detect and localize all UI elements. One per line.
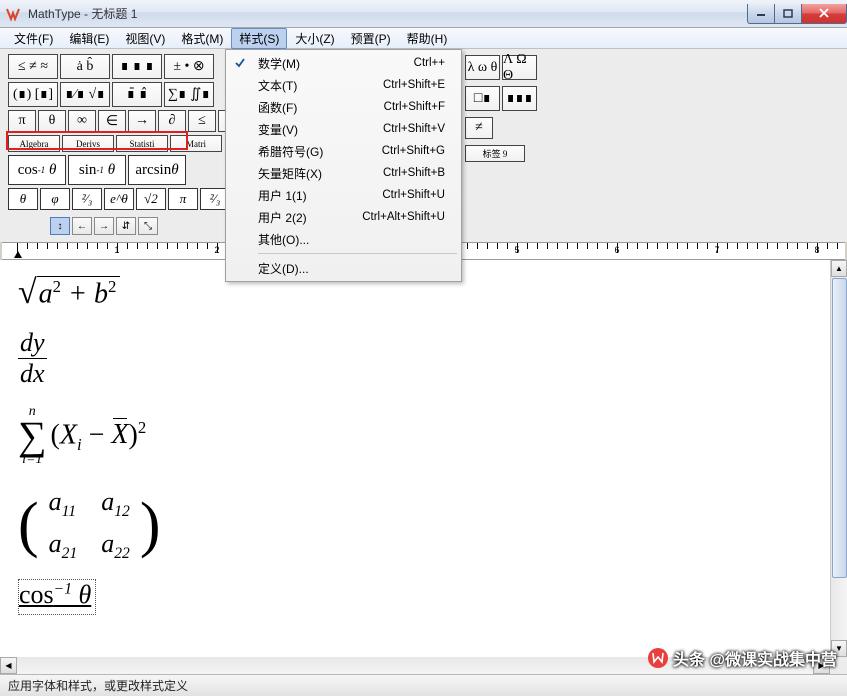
eq-sum: n ∑ i=1 (Xi − X)2 xyxy=(18,405,812,467)
palette-relations[interactable]: ≤ ≠ ≈ xyxy=(8,54,58,79)
palette-fences[interactable]: (∎) [∎] xyxy=(8,82,58,107)
dropdown-item-user1[interactable]: 用户 1(1) Ctrl+Shift+U xyxy=(228,184,459,206)
palette-spaces[interactable]: ∎ ∎ ∎ xyxy=(112,54,162,79)
sym-leq[interactable]: ≤ xyxy=(188,110,216,132)
sym-r-neq[interactable]: ≠ xyxy=(465,117,493,139)
check-icon xyxy=(228,52,252,74)
sym-arrow[interactable]: → xyxy=(128,110,156,132)
dropdown-separator xyxy=(258,253,457,254)
palette-embellish[interactable]: ȧ b̂ xyxy=(60,54,110,79)
palette-operators[interactable]: ± • ⊗ xyxy=(164,54,214,79)
dropdown-item-math[interactable]: 数学(M) Ctrl++ xyxy=(228,52,459,74)
scroll-left-icon[interactable]: ◀ xyxy=(0,657,17,674)
eq-cos-cursor: cos−1 θ xyxy=(18,579,812,615)
sym-in[interactable]: ∈ xyxy=(98,110,126,132)
menu-file[interactable]: 文件(F) xyxy=(6,28,61,49)
editor-pane: √a2 + b2 dy dx n ∑ i=1 (Xi − X)2 ( a11 a… xyxy=(0,260,847,657)
sym-pi[interactable]: π xyxy=(8,110,36,132)
dropdown-item-function[interactable]: 函数(F) Ctrl+Shift+F xyxy=(228,96,459,118)
tab-marker[interactable] xyxy=(14,251,22,258)
close-button[interactable] xyxy=(801,4,847,24)
tab-9[interactable]: 标签 9 xyxy=(465,145,525,162)
sm-pi[interactable]: π xyxy=(168,188,198,210)
sym-infty[interactable]: ∞ xyxy=(68,110,96,132)
menubar: 文件(F) 编辑(E) 视图(V) 格式(M) 样式(S) 大小(Z) 预置(P… xyxy=(0,28,847,49)
zoom-btn-2[interactable]: ← xyxy=(72,217,92,235)
eq-matrix: ( a11 a12 a21 a22 ) xyxy=(18,483,812,567)
dropdown-item-greek[interactable]: 希腊符号(G) Ctrl+Shift+G xyxy=(228,140,459,162)
pal-r1b[interactable]: Λ Ω Θ xyxy=(502,55,537,80)
window-title: MathType - 无标题 1 xyxy=(28,5,137,22)
sm-theta[interactable]: θ xyxy=(8,188,38,210)
func-acos[interactable]: cos-1 θ xyxy=(8,155,66,185)
dropdown-item-other[interactable]: 其他(O)... xyxy=(228,228,459,250)
dropdown-item-define[interactable]: 定义(D)... xyxy=(228,257,459,279)
sm-frac[interactable]: ²⁄₃ xyxy=(72,188,102,210)
style-dropdown: 数学(M) Ctrl++ 文本(T) Ctrl+Shift+E 函数(F) Ct… xyxy=(225,49,462,282)
sm-phi[interactable]: φ xyxy=(40,188,70,210)
sm-sqrt2[interactable]: √2 xyxy=(136,188,166,210)
right-palette: λ ω θ Λ Ω Θ □∎ ∎∎∎ ≠ Geometry 标签 8 标签 9 xyxy=(465,55,539,162)
sm-etheta[interactable]: e^θ xyxy=(104,188,134,210)
palette-sums[interactable]: ∑∎ ∬∎ xyxy=(164,82,214,107)
sym-partial[interactable]: ∂ xyxy=(158,110,186,132)
watermark-icon xyxy=(647,647,669,669)
maximize-button[interactable] xyxy=(774,4,802,24)
scroll-up-icon[interactable]: ▲ xyxy=(831,260,847,277)
menu-preferences[interactable]: 预置(P) xyxy=(343,28,399,49)
menu-help[interactable]: 帮助(H) xyxy=(399,28,456,49)
window-controls xyxy=(748,4,847,24)
pal-r2b[interactable]: ∎∎∎ xyxy=(502,86,537,111)
titlebar: MathType - 无标题 1 xyxy=(0,0,847,28)
eq-frac: dy dx xyxy=(18,328,812,389)
scroll-thumb[interactable] xyxy=(832,278,847,578)
equation-editor[interactable]: √a2 + b2 dy dx n ∑ i=1 (Xi − X)2 ( a11 a… xyxy=(0,260,830,657)
palette-underover[interactable]: ∎̄ ∎̂ xyxy=(112,82,162,107)
dropdown-item-text[interactable]: 文本(T) Ctrl+Shift+E xyxy=(228,74,459,96)
status-text: 应用字体和样式，或更改样式定义 xyxy=(8,677,188,694)
vertical-scrollbar[interactable]: ▲ ▼ xyxy=(830,260,847,657)
zoom-btn-1[interactable]: ↕ xyxy=(50,217,70,235)
dropdown-item-user2[interactable]: 用户 2(2) Ctrl+Alt+Shift+U xyxy=(228,206,459,228)
pal-r1a[interactable]: λ ω θ xyxy=(465,55,500,80)
palette-fractions[interactable]: ∎⁄∎ √∎ xyxy=(60,82,110,107)
tab-matrices[interactable]: Matri xyxy=(170,135,222,152)
menu-style[interactable]: 样式(S) xyxy=(231,28,287,49)
tab-derivs[interactable]: Derivs xyxy=(62,135,114,152)
tab-statistics[interactable]: Statisti xyxy=(116,135,168,152)
watermark: 头条 @微课实战集中营 xyxy=(647,646,837,670)
menu-size[interactable]: 大小(Z) xyxy=(287,28,342,49)
dropdown-item-vector-matrix[interactable]: 矢量矩阵(X) Ctrl+Shift+B xyxy=(228,162,459,184)
pal-r2a[interactable]: □∎ xyxy=(465,86,500,111)
app-icon xyxy=(6,7,22,21)
dropdown-item-variable[interactable]: 变量(V) Ctrl+Shift+V xyxy=(228,118,459,140)
minimize-button[interactable] xyxy=(747,4,775,24)
statusbar: 应用字体和样式，或更改样式定义 xyxy=(0,674,847,696)
menu-edit[interactable]: 编辑(E) xyxy=(61,28,117,49)
zoom-btn-3[interactable]: → xyxy=(94,217,114,235)
zoom-btn-5[interactable]: ⤡ xyxy=(138,217,158,235)
func-arcsin[interactable]: arcsinθ xyxy=(128,155,186,185)
tab-algebra[interactable]: Algebra xyxy=(8,135,60,152)
sym-theta[interactable]: θ xyxy=(38,110,66,132)
menu-format[interactable]: 格式(M) xyxy=(173,28,231,49)
func-asin[interactable]: sin-1 θ xyxy=(68,155,126,185)
zoom-btn-4[interactable]: ⇵ xyxy=(116,217,136,235)
menu-view[interactable]: 视图(V) xyxy=(117,28,173,49)
